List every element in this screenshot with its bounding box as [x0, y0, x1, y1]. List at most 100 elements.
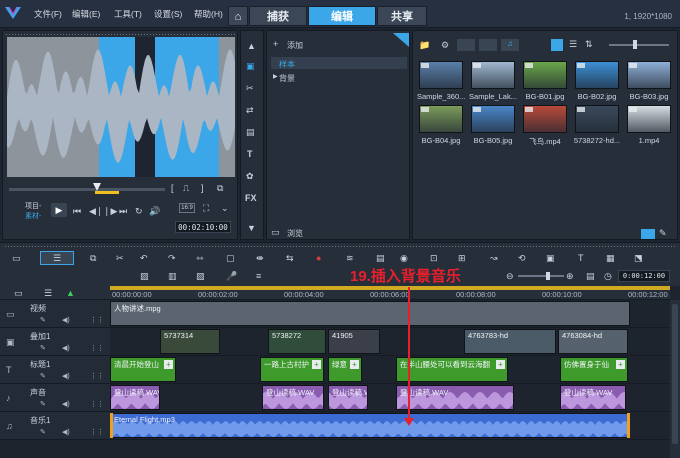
title-clip[interactable]: + 绿意 [328, 357, 362, 382]
thumbnail-size-slider[interactable] [609, 44, 669, 46]
filter-video-icon[interactable] [457, 39, 475, 51]
track-grid-icon[interactable]: ⋮⋮ [90, 344, 104, 352]
track-list-icon[interactable]: ☰ [44, 288, 52, 299]
media-clip[interactable]: 人物讲述.mpg [110, 301, 630, 326]
folder-item-samples[interactable]: 样本 [271, 57, 407, 69]
filter-audio-icon[interactable]: ♫ [501, 39, 519, 51]
title-clip[interactable]: + 仿佛置身于仙 [560, 357, 628, 382]
clip-trim-handle[interactable] [627, 413, 630, 438]
chart-icon[interactable]: ▧ [196, 271, 205, 282]
copy-icon[interactable]: ⧉ [217, 183, 223, 194]
tab-share[interactable]: 共享 [377, 6, 427, 26]
sound-mixer-icon[interactable]: ≡ [256, 271, 261, 281]
track-lane[interactable]: Eternal Flight.mp3 [110, 412, 670, 440]
tab-edit[interactable]: 编辑 [308, 6, 376, 26]
go-end-icon[interactable]: ⏭ [119, 206, 127, 217]
voice-clip[interactable]: 登山读稿.WAV [262, 385, 324, 410]
track-lane[interactable]: 5737314 5738272 41905 4763783-hd 4763084-hd [110, 328, 670, 356]
track-header[interactable]: T 标题1 ✎ ◀) ⋮⋮ [0, 356, 110, 384]
tab-capture[interactable]: 捕获 [249, 6, 307, 26]
title-clip[interactable]: + 清晨开始登山 [110, 357, 176, 382]
path-icon[interactable]: ↝ [490, 253, 498, 264]
media-clip[interactable]: 41905 [328, 329, 380, 354]
audio-record-icon[interactable]: 🎤 [226, 271, 237, 282]
track-volume-icon[interactable]: ◀) [62, 400, 70, 408]
title-clip[interactable]: + 一路上古村护 [260, 357, 324, 382]
timecode-display[interactable]: 00:02:10:00 [175, 221, 231, 233]
mark-out-icon[interactable]: ] [201, 183, 204, 193]
track-volume-icon[interactable]: ◀) [62, 316, 70, 324]
zoom-out-icon[interactable]: ⊖ [506, 271, 514, 282]
play-button[interactable]: ▶ [51, 203, 67, 217]
copy-attr-icon[interactable]: ⧉ [90, 253, 96, 264]
clock-icon[interactable]: ◷ [604, 271, 612, 282]
split-screen-icon[interactable]: ⇼ [256, 253, 264, 264]
voice-clip[interactable]: 登山读稿.WAV [110, 385, 160, 410]
track-header[interactable]: ♫ 音乐1 ✎ ◀) ⋮⋮ [0, 412, 110, 440]
redo-icon[interactable]: ↷ [168, 253, 176, 264]
menu-settings[interactable]: 设置(S) [154, 8, 182, 20]
aspect-ratio-badge[interactable]: 16:9 [179, 203, 195, 213]
zoom-in-icon[interactable]: ⊕ [566, 271, 574, 282]
fx-icon[interactable]: FX [245, 193, 257, 203]
track-edit-icon[interactable]: ✎ [40, 372, 46, 380]
media-category-icon[interactable]: ▣ [246, 61, 255, 72]
panel-icon[interactable]: ▨ [140, 271, 149, 282]
project-duration[interactable]: 0:00:12:00 [618, 270, 670, 282]
scrub-track[interactable] [9, 188, 165, 191]
music-clip[interactable]: Eternal Flight.mp3 [110, 413, 630, 438]
motion-icon[interactable]: ⇆ [286, 253, 294, 264]
media-clip[interactable]: 5737314 [160, 329, 220, 354]
multi-camera-icon[interactable]: ◉ [400, 253, 408, 264]
loop-icon[interactable]: ⟲ [518, 253, 526, 264]
menu-tools[interactable]: 工具(T) [114, 8, 142, 20]
voice-clip[interactable]: 登山读稿.WAV [396, 385, 514, 410]
track-lane[interactable]: 人物讲述.mpg [110, 300, 670, 328]
voice-clip[interactable]: 登山读稿.WAV [560, 385, 626, 410]
track-grid-icon[interactable]: ⋮⋮ [90, 316, 104, 324]
add-icon[interactable]: + [350, 360, 359, 369]
folder-icon[interactable]: 📁 [419, 40, 430, 51]
add-folder-label[interactable]: 添加 [287, 40, 303, 51]
track-manager-icon[interactable]: ▭ [14, 288, 23, 299]
track-header[interactable]: ▭ 视频 ✎ ◀) ⋮⋮ [0, 300, 110, 328]
track-lane[interactable]: 登山读稿.WAV 登山读稿.WAV 登山读稿.WAV 登山读稿.WAV 登山读稿.WAV [110, 384, 670, 412]
library-item[interactable]: 飞鸟.mp4 [521, 105, 569, 147]
tools-icon[interactable]: ✂ [116, 253, 124, 264]
slider-thumb[interactable] [633, 40, 637, 49]
mixer-icon[interactable]: ≋ [346, 253, 354, 264]
add-marker-icon[interactable]: ▲ [66, 288, 75, 298]
fullscreen-icon[interactable]: ⛶ [203, 203, 209, 214]
clip-trim-handle[interactable] [110, 413, 113, 438]
track-edit-icon[interactable]: ✎ [40, 316, 46, 324]
home-tab[interactable]: ⌂ [228, 6, 248, 26]
track-lane[interactable]: + 清晨开始登山 + 一路上古村护 + 绿意 + 在半山腰处可以看到云海翻 + 仿佛置身于仙 [110, 356, 670, 384]
track-volume-icon[interactable]: ◀) [62, 344, 70, 352]
library-item[interactable]: BG-B01.jpg [521, 61, 569, 103]
thumbnail-view-icon[interactable] [551, 39, 563, 51]
zoom-slider[interactable] [518, 275, 564, 277]
library-item[interactable]: BG-B02.jpg [573, 61, 621, 103]
media-clip[interactable]: 4763783-hd [464, 329, 556, 354]
add-icon[interactable]: + [616, 360, 625, 369]
library-item[interactable]: Sample_Lak... [469, 61, 517, 103]
edit-icon[interactable]: ✎ [659, 228, 667, 239]
trim-icon[interactable]: ⇿ [196, 253, 204, 264]
list-view-icon[interactable]: ☰ [569, 39, 577, 50]
mask-icon[interactable]: ⬔ [634, 253, 643, 264]
prev-frame-icon[interactable]: ◀❘ [89, 206, 103, 217]
filter-image-icon[interactable] [479, 39, 497, 51]
storyboard-view-icon[interactable]: ▭ [12, 253, 21, 264]
split-icon[interactable]: ⎍ [183, 183, 189, 194]
menu-file[interactable]: 文件(F) [34, 8, 62, 20]
text-tool-icon[interactable]: T [578, 253, 584, 263]
grid-icon[interactable]: ⊞ [458, 253, 466, 264]
chevron-down-icon[interactable]: ⌄ [221, 203, 229, 214]
trim-range[interactable] [95, 191, 119, 194]
screen-icon[interactable]: ▣ [546, 253, 555, 264]
chart-icon[interactable]: ▥ [168, 271, 177, 282]
track-grid-icon[interactable]: ⋮⋮ [90, 400, 104, 408]
browse-label[interactable]: 浏览 [287, 228, 303, 239]
crop-icon[interactable]: ▢ [226, 253, 235, 264]
track-grid-icon[interactable]: ⋮⋮ [90, 372, 104, 380]
